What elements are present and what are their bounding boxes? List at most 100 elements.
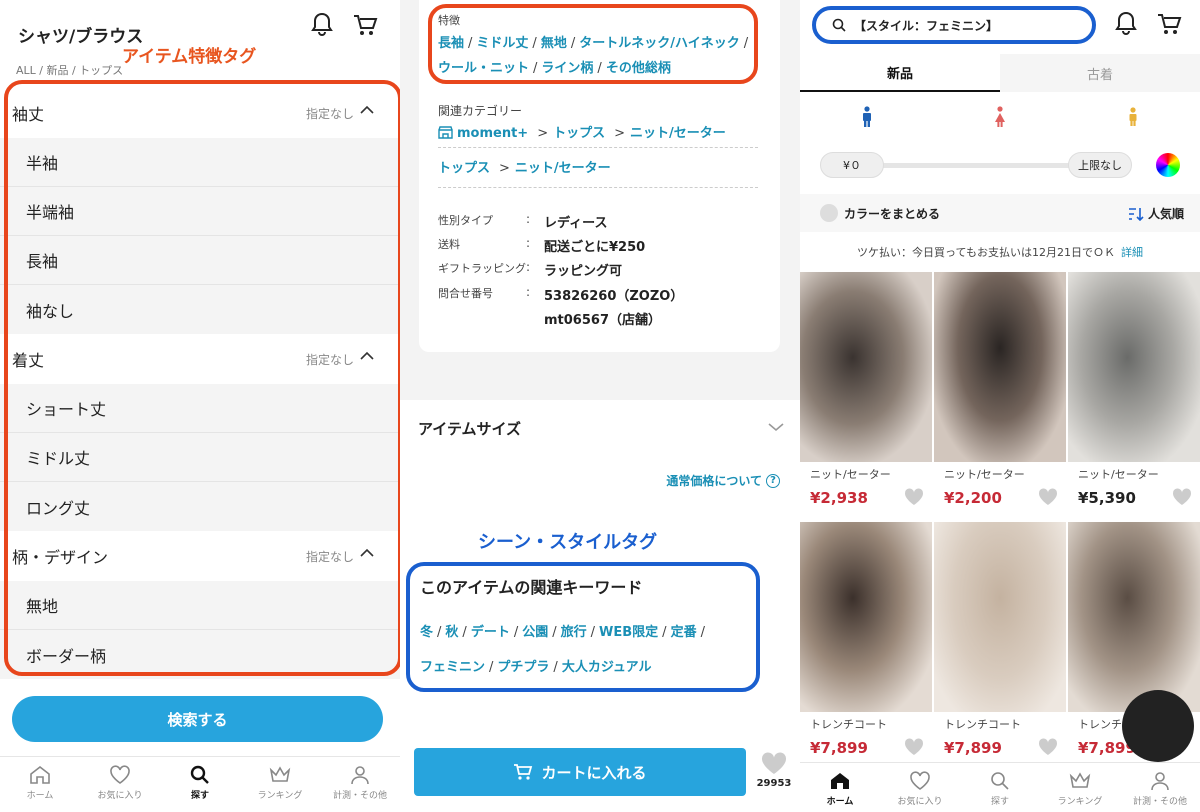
notice-text: ツケ払い：今日買ってもお支払いは12月21日でＯＫ: [857, 246, 1115, 259]
info-key: 送料: [438, 238, 460, 251]
info-value: レディース: [544, 216, 608, 231]
price-range-slider[interactable]: ¥０ 上限なし: [820, 152, 1150, 178]
tab-label: お気に入り: [97, 791, 143, 801]
price-min-handle[interactable]: ¥０: [820, 152, 884, 178]
list-options-row: カラーをまとめる 人気順: [800, 194, 1200, 232]
notice-detail-link[interactable]: 詳細: [1121, 246, 1143, 259]
info-row-inquiry: 問合せ番号:53826260（ZOZO）: [438, 285, 684, 304]
tab-ranking[interactable]: ランキング: [1040, 763, 1120, 812]
gender-men[interactable]: [800, 96, 933, 138]
search-icon: [190, 765, 209, 784]
product-image[interactable]: [934, 522, 1066, 712]
heart-icon: [910, 771, 930, 790]
cart-icon[interactable]: [352, 12, 378, 42]
bottom-tab-bar: ホーム お気に入り 探す ランキング 計測・その他: [800, 762, 1200, 812]
product-price: ¥7,899: [810, 739, 868, 757]
related-link[interactable]: トップス: [553, 126, 605, 141]
tab-home[interactable]: ホーム: [800, 763, 880, 812]
search-input[interactable]: 【スタイル：フェミニン】: [812, 6, 1096, 44]
divider: [438, 187, 758, 188]
bottom-tab-bar: ホーム お気に入り 探す ランキング 計測・その他: [0, 756, 400, 812]
bell-icon[interactable]: [1114, 11, 1138, 41]
annotation-scene-style-tag: シーン・スタイルタグ: [478, 532, 658, 553]
floating-action-button[interactable]: [1122, 690, 1194, 762]
heart-icon[interactable]: [1172, 488, 1192, 506]
tab-ranking[interactable]: ランキング: [240, 757, 320, 812]
product-category: ニット/セーター: [1078, 468, 1159, 481]
tab-search[interactable]: 探す: [960, 763, 1040, 812]
info-value: 53826260（ZOZO）: [544, 289, 684, 304]
heart-icon[interactable]: [904, 488, 924, 506]
price-note-label: 通常価格について: [666, 474, 762, 488]
bell-icon[interactable]: [310, 12, 334, 42]
home-icon: [30, 765, 50, 784]
color-wheel-icon[interactable]: [1156, 153, 1180, 177]
check-icon[interactable]: [820, 204, 838, 222]
annotation-item-feature-tag: アイテム特徴タグ: [122, 47, 257, 67]
product-image[interactable]: [1068, 522, 1200, 712]
tab-new[interactable]: 新品: [800, 54, 1000, 92]
tab-other[interactable]: 計測・その他: [1120, 763, 1200, 812]
tab-label: お気に入り: [897, 797, 943, 807]
related-link[interactable]: ニット/セーター: [515, 161, 611, 176]
tab-home[interactable]: ホーム: [0, 757, 80, 812]
tab-label: ランキング: [1057, 797, 1103, 807]
tab-label: 計測・その他: [332, 791, 387, 801]
product-image[interactable]: [800, 522, 932, 712]
gender-women[interactable]: [933, 96, 1066, 138]
sort-label: 人気順: [1147, 207, 1184, 221]
product-category: トレンチコート: [944, 718, 1021, 731]
payment-notice: ツケ払い：今日買ってもお支払いは12月21日でＯＫ 詳細: [800, 244, 1200, 260]
heart-icon[interactable]: [1038, 738, 1058, 756]
color-group-toggle[interactable]: カラーをまとめる: [844, 205, 940, 222]
related-link[interactable]: moment+: [457, 126, 528, 141]
breadcrumb[interactable]: ALL / 新品 / トップス: [16, 62, 123, 78]
related-link[interactable]: ニット/セーター: [630, 126, 726, 141]
info-key: [438, 309, 526, 328]
item-size-accordion[interactable]: アイテムサイズ: [400, 400, 800, 456]
tab-label: 計測・その他: [1132, 797, 1187, 807]
kid-icon: [1129, 107, 1137, 126]
condition-tabs: 新品 古着: [800, 54, 1200, 92]
price-max-handle[interactable]: 上限なし: [1068, 152, 1132, 178]
info-row-shipping: 送料: 配送ごとに¥250: [438, 236, 646, 255]
favorite-count: 29953: [756, 778, 792, 789]
tab-label: ホーム: [826, 797, 854, 807]
tab-search[interactable]: 探す: [160, 757, 240, 812]
search-button[interactable]: 検索する: [12, 696, 383, 742]
info-value: ラッピング可: [544, 264, 623, 279]
heart-icon[interactable]: [904, 738, 924, 756]
man-icon: [862, 106, 871, 127]
info-key: 性別タイプ: [438, 214, 493, 227]
tab-other[interactable]: 計測・その他: [320, 757, 400, 812]
product-category: ニット/セーター: [944, 468, 1025, 481]
cart-icon: [514, 764, 533, 780]
product-image[interactable]: [800, 272, 932, 462]
product-image[interactable]: [1068, 272, 1200, 462]
annotation-box-blue: [406, 562, 760, 692]
heart-icon[interactable]: [1038, 488, 1058, 506]
sort-icon: [1128, 207, 1144, 221]
chevron-down-icon: [768, 423, 784, 432]
tab-used[interactable]: 古着: [1000, 54, 1200, 92]
tab-label: 探す: [190, 791, 209, 801]
related-category-line1: moment+ > トップス > ニット/セーター: [438, 122, 730, 141]
heart-icon: [110, 765, 130, 784]
heart-icon: [761, 752, 787, 774]
info-key: ギフトラッピング: [438, 262, 526, 275]
gender-filter: [800, 96, 1200, 138]
favorite-button[interactable]: 29953: [752, 752, 796, 789]
tab-favorites[interactable]: お気に入り: [80, 757, 160, 812]
related-category-line2: トップス > ニット/セーター: [438, 161, 611, 176]
cart-icon[interactable]: [1156, 11, 1182, 41]
info-key: 問合せ番号: [438, 287, 493, 300]
related-link[interactable]: トップス: [438, 161, 490, 176]
crown-icon: [269, 766, 291, 782]
info-row-gender: 性別タイプ: レディース: [438, 212, 608, 231]
tab-favorites[interactable]: お気に入り: [880, 763, 960, 812]
add-to-cart-button[interactable]: カートに入れる: [414, 748, 746, 796]
product-image[interactable]: [934, 272, 1066, 462]
sort-button[interactable]: 人気順: [1128, 205, 1184, 222]
price-note-link[interactable]: 通常価格について?: [666, 472, 780, 489]
gender-kids[interactable]: [1067, 96, 1200, 138]
